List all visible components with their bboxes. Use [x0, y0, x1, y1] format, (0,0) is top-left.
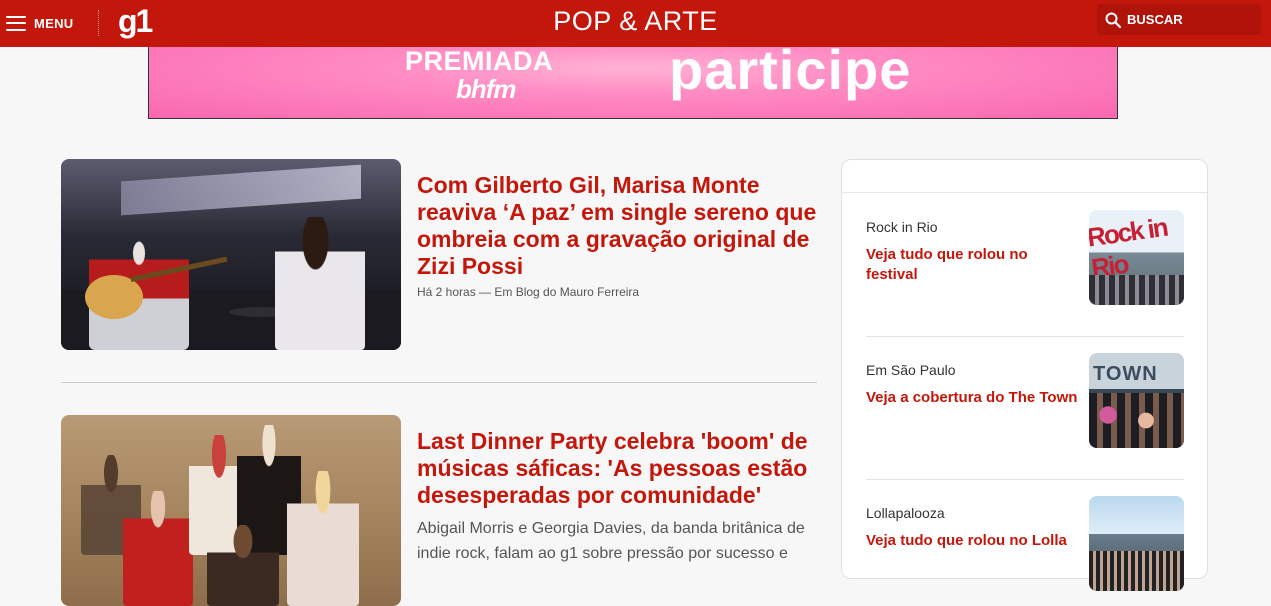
feed-item-summary: Abigail Morris e Georgia Davies, da band…: [417, 520, 805, 562]
search-icon: [1105, 12, 1121, 28]
section-title: POP & ARTE: [553, 6, 718, 36]
feed-item-headline[interactable]: Last Dinner Party celebra 'boom' de músi…: [417, 428, 819, 509]
feed-item: Com Gilberto Gil, Marisa Monte reaviva ‘…: [61, 159, 817, 351]
hamburger-icon: [6, 15, 26, 31]
advertisement-banner[interactable]: PREMIADA bhfm participe: [148, 47, 1118, 119]
sidebar-item-the-town[interactable]: Em São Paulo Veja a cobertura do The Tow…: [866, 353, 1184, 458]
sidebar-panel: Rock in Rio Veja tudo que rolou no festi…: [841, 159, 1208, 591]
feed-divider: [61, 382, 817, 383]
search-button[interactable]: BUSCAR: [1097, 4, 1261, 35]
sidebar-item-title[interactable]: Veja a cobertura do The Town: [866, 388, 1078, 408]
banner-cta-text: participe: [669, 47, 912, 101]
top-navigation-bar: MENU g1 POP & ARTE BUSCAR: [0, 0, 1271, 47]
sidebar-item-kicker: Lollapalooza: [866, 505, 945, 521]
search-label: BUSCAR: [1127, 12, 1183, 27]
banner-brand-logo: bhfm: [456, 74, 517, 104]
g1-logo[interactable]: g1: [118, 3, 153, 40]
feed-item-headline[interactable]: Com Gilberto Gil, Marisa Monte reaviva ‘…: [417, 172, 819, 280]
menu-label: MENU: [34, 15, 74, 31]
sidebar-item-kicker: Em São Paulo: [866, 362, 956, 378]
thumbnail-sign-text: TOWN: [1093, 363, 1158, 385]
sidebar-item-title[interactable]: Veja tudo que rolou no Lolla: [866, 531, 1078, 551]
feed-item-thumbnail[interactable]: [61, 159, 401, 350]
thumbnail-sign-text: Rock in Rio: [1089, 211, 1169, 284]
header-separator: [98, 10, 99, 36]
sidebar-item-kicker: Rock in Rio: [866, 219, 938, 235]
sidebar-item-title[interactable]: Veja tudo que rolou no festival: [866, 245, 1078, 285]
banner-premiada-text: PREMIADA: [405, 47, 554, 76]
feed-item-thumbnail[interactable]: [61, 415, 401, 606]
sidebar-divider: [866, 336, 1184, 337]
sidebar-item-thumbnail[interactable]: Rock in Rio: [1089, 210, 1184, 305]
sidebar-item-lollapalooza[interactable]: Lollapalooza Veja tudo que rolou no Loll…: [866, 496, 1184, 601]
sidebar-header-divider: [842, 192, 1207, 193]
sidebar-item-thumbnail[interactable]: [1089, 496, 1184, 591]
feed-item: Last Dinner Party celebra 'boom' de músi…: [61, 415, 817, 606]
menu-button[interactable]: MENU: [6, 12, 73, 34]
sidebar-divider: [866, 479, 1184, 480]
sidebar-item-thumbnail[interactable]: TOWN: [1089, 353, 1184, 448]
sidebar-item-rock-in-rio[interactable]: Rock in Rio Veja tudo que rolou no festi…: [866, 210, 1184, 315]
feed-item-meta: Há 2 horas — Em Blog do Mauro Ferreira: [417, 285, 640, 299]
